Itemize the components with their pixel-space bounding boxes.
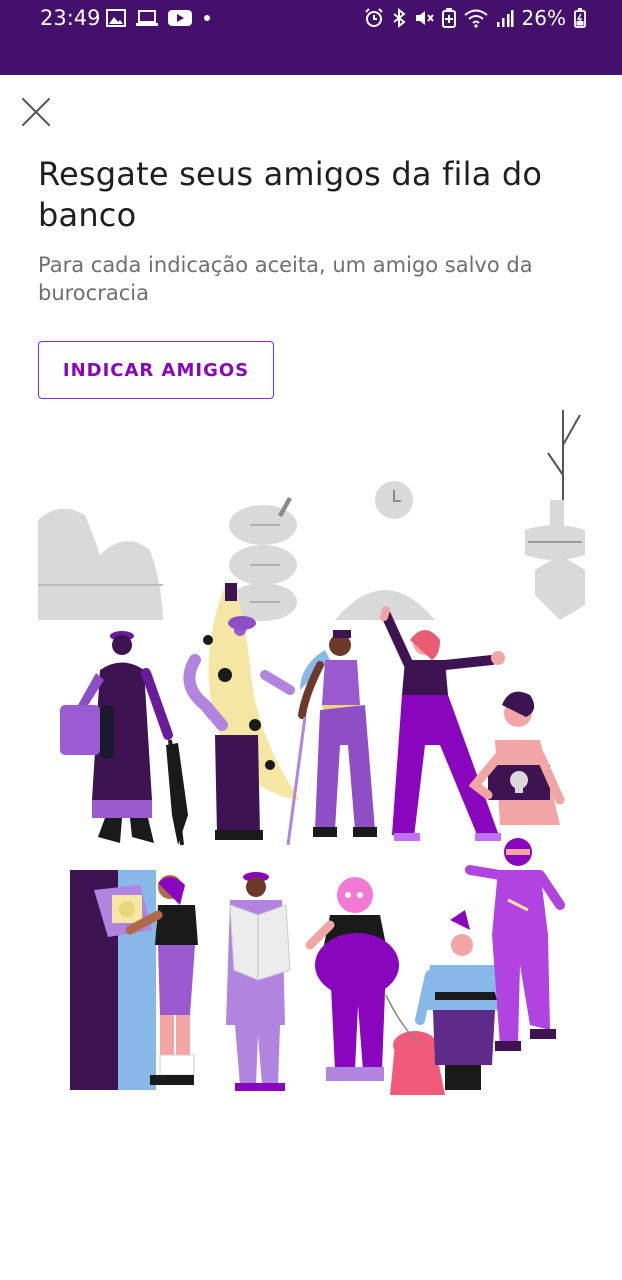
battery-saver-icon	[441, 8, 456, 28]
close-icon[interactable]	[18, 94, 54, 130]
page-title: Resgate seus amigos da fila do banco	[38, 155, 543, 234]
background-shapes	[38, 410, 585, 621]
person-arms-raised	[380, 606, 505, 841]
battery-icon	[574, 8, 586, 28]
laptop-icon	[136, 9, 158, 27]
close-button[interactable]	[18, 94, 54, 130]
invite-friends-button[interactable]: INDICAR AMIGOS	[38, 341, 274, 399]
status-left-icons	[106, 9, 212, 27]
person-lady-with-umbrella	[60, 631, 188, 846]
person-blue-hair	[286, 630, 377, 846]
atm-machine-drawing	[70, 870, 156, 1090]
battery-percent: 26%	[521, 6, 566, 30]
youtube-icon	[168, 9, 192, 27]
status-bar: 23:49 26%	[0, 0, 622, 75]
signal-icon	[496, 8, 514, 28]
bluetooth-icon	[392, 8, 406, 28]
status-right-icons: 26%	[364, 6, 586, 30]
person-banana-costume	[183, 583, 300, 840]
wifi-icon	[463, 8, 488, 28]
people-in-queue-illustration	[38, 410, 585, 1095]
person-reading-newspaper	[226, 872, 291, 1091]
page-subtitle: Para cada indicação aceita, um amigo sal…	[38, 253, 533, 305]
mute-icon	[414, 8, 434, 28]
alarm-icon	[364, 8, 384, 28]
status-time: 23:49	[40, 6, 101, 30]
dot-icon	[202, 9, 212, 27]
person-pink-hair	[305, 877, 399, 1081]
image-icon	[106, 9, 126, 27]
